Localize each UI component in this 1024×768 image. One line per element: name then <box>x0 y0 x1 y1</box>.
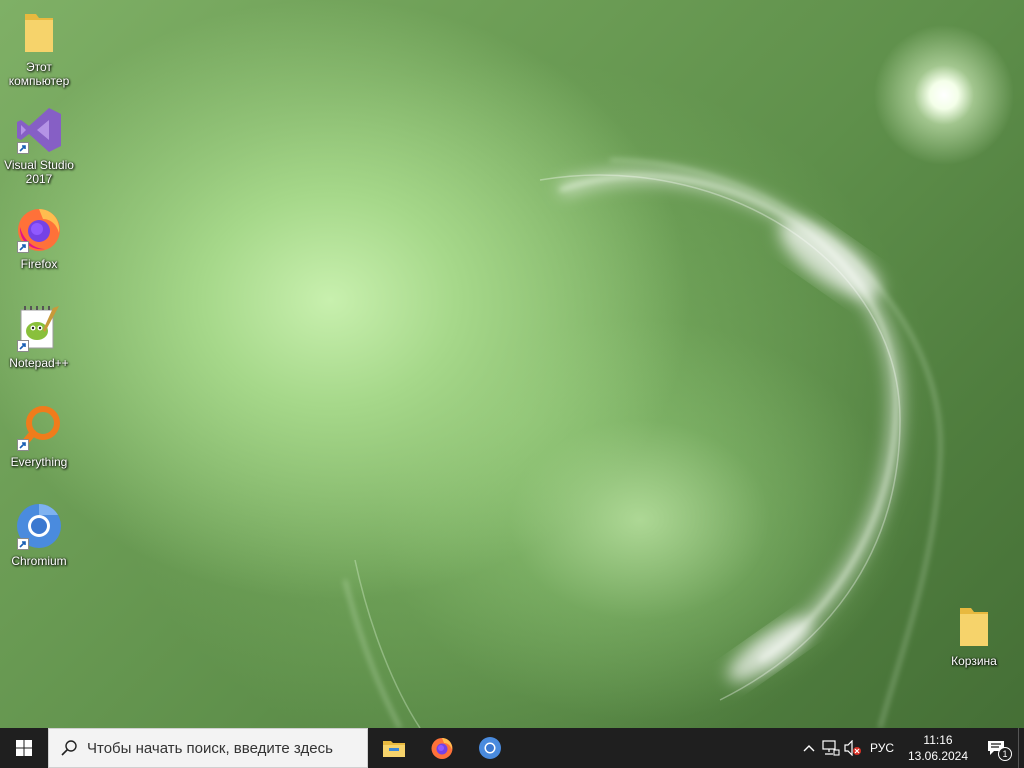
network-button[interactable] <box>820 728 842 768</box>
notepad-plus-plus-icon <box>15 304 63 352</box>
chromium-icon <box>15 502 63 550</box>
action-center-button[interactable]: 1 <box>974 728 1018 768</box>
search-placeholder: Чтобы начать поиск, введите здесь <box>87 739 333 757</box>
desktop-icon-label: Chromium <box>11 554 67 568</box>
desktop-icon-recycle-bin[interactable]: Корзина <box>936 602 1012 668</box>
desktop-icon-firefox[interactable]: Firefox <box>1 205 77 271</box>
volume-button[interactable] <box>842 728 864 768</box>
firefox-icon <box>431 738 453 759</box>
show-hidden-icons-button[interactable] <box>798 728 820 768</box>
clock-time: 11:16 <box>923 733 953 747</box>
taskbar-file-explorer[interactable] <box>370 728 418 768</box>
shortcut-arrow-icon <box>17 439 29 451</box>
windows-logo-icon <box>16 740 32 756</box>
show-desktop-button[interactable] <box>1018 728 1024 768</box>
input-language-indicator[interactable]: РУС <box>864 741 902 755</box>
chromium-icon <box>479 737 501 759</box>
clock-date: 13.06.2024 <box>907 749 969 763</box>
taskbar-clock[interactable]: 11:16 13.06.2024 <box>902 732 974 764</box>
system-tray: РУС 11:16 13.06.2024 1 <box>798 728 1024 768</box>
everything-search-icon <box>15 403 63 451</box>
shortcut-arrow-icon <box>17 538 29 550</box>
desktop-icon-chromium[interactable]: Chromium <box>1 502 77 568</box>
desktop-icon-label: Firefox <box>20 257 58 271</box>
desktop-icon-this-pc[interactable]: Этот компьютер <box>1 8 77 88</box>
chevron-up-icon <box>803 745 815 752</box>
folder-icon <box>15 8 63 56</box>
desktop-icon-label: Everything <box>10 455 68 469</box>
file-explorer-icon <box>383 741 405 757</box>
desktop-icon-label: Notepad++ <box>9 356 69 370</box>
folder-icon <box>950 602 998 650</box>
notification-count-badge: 1 <box>998 747 1012 761</box>
firefox-icon <box>15 205 63 253</box>
desktop-icon-notepad-plus-plus[interactable]: Notepad++ <box>1 304 77 370</box>
search-icon <box>61 740 77 756</box>
desktop-icon-label: Visual Studio 2017 <box>4 158 74 186</box>
desktop-icon-visual-studio[interactable]: Visual Studio 2017 <box>1 106 77 186</box>
shortcut-arrow-icon <box>17 142 29 154</box>
desktop-wallpaper <box>0 0 1024 728</box>
shortcut-arrow-icon <box>17 241 29 253</box>
taskbar-search-box[interactable]: Чтобы начать поиск, введите здесь <box>48 728 368 768</box>
taskbar-chromium[interactable] <box>466 728 514 768</box>
network-icon <box>822 740 840 756</box>
visual-studio-icon <box>15 106 63 154</box>
taskbar: Чтобы начать поиск, введите здесь РУС 11… <box>0 728 1024 768</box>
volume-muted-icon <box>844 740 861 756</box>
start-button[interactable] <box>0 728 48 768</box>
shortcut-arrow-icon <box>17 340 29 352</box>
desktop-icon-label: Этот компьютер <box>8 60 70 88</box>
desktop-icon-everything[interactable]: Everything <box>1 403 77 469</box>
taskbar-firefox[interactable] <box>418 728 466 768</box>
desktop-icon-label: Корзина <box>951 654 997 668</box>
